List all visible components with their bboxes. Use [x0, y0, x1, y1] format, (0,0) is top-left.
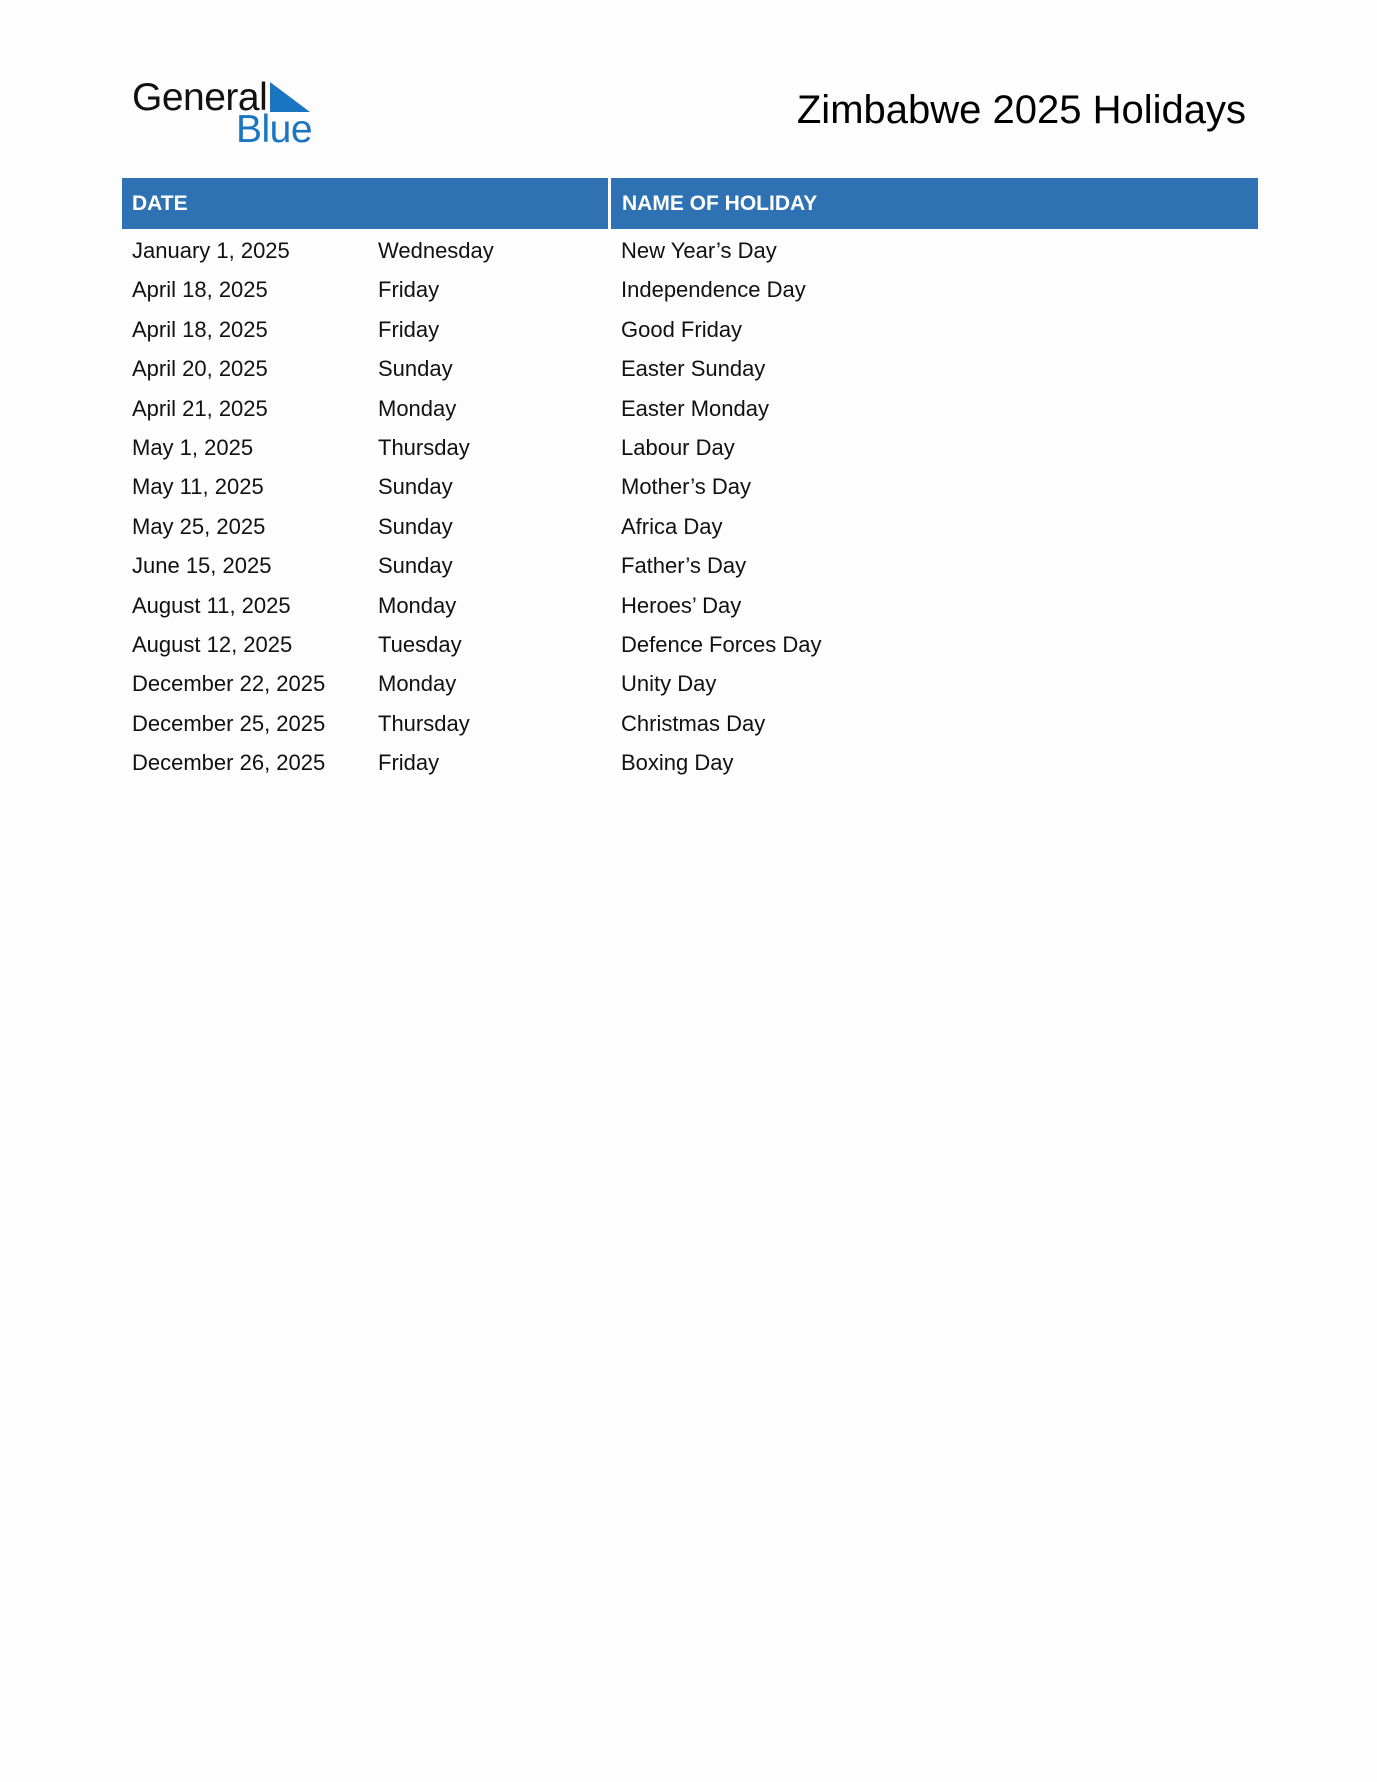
holiday-date: April 21, 2025	[132, 395, 268, 421]
holiday-date: January 1, 2025	[132, 238, 290, 263]
holiday-weekday: Sunday	[378, 513, 453, 539]
page-title: Zimbabwe 2025 Holidays	[796, 88, 1246, 132]
table-row: December 25, 2025 Thursday Christmas Day	[122, 704, 1258, 743]
holiday-date: December 22, 2025	[132, 671, 326, 697]
logo-word-blue: Blue	[236, 108, 313, 151]
holiday-date: June 15, 2025	[132, 553, 272, 579]
holiday-name: New Year’s Day	[621, 238, 777, 263]
holiday-name: Father’s Day	[621, 553, 747, 579]
holiday-weekday: Friday	[378, 277, 440, 303]
holiday-weekday: Monday	[378, 395, 457, 421]
holiday-date: August 12, 2025	[132, 631, 293, 657]
table-row: May 1, 2025 Thursday Labour Day	[122, 428, 1258, 467]
holiday-date: April 18, 2025	[132, 316, 268, 342]
holiday-name: Good Friday	[621, 316, 743, 342]
holiday-date: December 25, 2025	[132, 710, 326, 736]
table-row: April 18, 2025 Friday Good Friday	[122, 310, 1258, 349]
holiday-name: Heroes’ Day	[621, 592, 742, 618]
holiday-weekday: Monday	[378, 592, 457, 618]
holiday-name: Mother’s Day	[621, 474, 752, 500]
table-row: June 15, 2025 Sunday Father’s Day	[122, 546, 1258, 585]
holiday-date: May 1, 2025	[132, 434, 254, 460]
holiday-name: Defence Forces Day	[621, 631, 822, 657]
holiday-date: April 20, 2025	[132, 356, 268, 382]
holiday-date: April 18, 2025	[132, 277, 268, 303]
header-date: DATE	[122, 178, 608, 229]
holiday-date: August 11, 2025	[132, 592, 291, 618]
general-blue-logo: General Blue	[132, 78, 313, 151]
table-row: May 25, 2025 Sunday Africa Day	[122, 507, 1258, 546]
holiday-weekday: Thursday	[378, 434, 470, 460]
holiday-name: Christmas Day	[621, 710, 766, 736]
holiday-weekday: Sunday	[378, 474, 453, 500]
header-holiday-name: NAME OF HOLIDAY	[611, 178, 1258, 229]
table-row: August 11, 2025 Monday Heroes’ Day	[122, 586, 1258, 625]
table-body: January 1, 2025 Wednesday New Year’s Day Ap…	[122, 229, 1258, 782]
table-row: May 11, 2025 Sunday Mother’s Day	[122, 467, 1258, 506]
holiday-weekday: Thursday	[378, 710, 470, 736]
holidays-table: DATE NAME OF HOLIDAY January 1, 2025 Wedn…	[122, 178, 1258, 782]
table-row: December 22, 2025 Monday Unity Day	[122, 664, 1258, 703]
table-row: April 20, 2025 Sunday Easter Sunday	[122, 349, 1258, 388]
holiday-name: Independence Day	[621, 277, 806, 303]
table-row: April 18, 2025 Friday Independence Day	[122, 270, 1258, 309]
holiday-date: May 25, 2025	[132, 513, 266, 539]
holiday-weekday: Sunday	[378, 553, 453, 579]
holiday-name: Easter Sunday	[621, 356, 766, 382]
holiday-name: Easter Monday	[621, 395, 769, 421]
holiday-weekday: Tuesday	[378, 631, 462, 657]
holiday-name: Labour Day	[621, 434, 735, 460]
holiday-name: Boxing Day	[621, 750, 734, 776]
table-header: DATE NAME OF HOLIDAY	[122, 178, 1258, 229]
table-row: January 1, 2025 Wednesday New Year’s Day	[122, 231, 1258, 270]
holiday-weekday: Sunday	[378, 356, 453, 382]
holiday-name: Unity Day	[621, 671, 717, 697]
holiday-weekday: Friday	[378, 750, 440, 776]
table-row: April 21, 2025 Monday Easter Monday	[122, 389, 1258, 428]
holiday-weekday: Friday	[378, 316, 440, 342]
table-row: December 26, 2025 Friday Boxing Day	[122, 743, 1258, 782]
holiday-date: December 26, 2025	[132, 750, 326, 776]
holiday-name: Africa Day	[621, 513, 723, 539]
holiday-weekday: Wednesday	[378, 238, 494, 263]
table-row: August 12, 2025 Tuesday Defence Forces Day	[122, 625, 1258, 664]
holiday-date: May 11, 2025	[132, 474, 264, 500]
holiday-weekday: Monday	[378, 671, 457, 697]
